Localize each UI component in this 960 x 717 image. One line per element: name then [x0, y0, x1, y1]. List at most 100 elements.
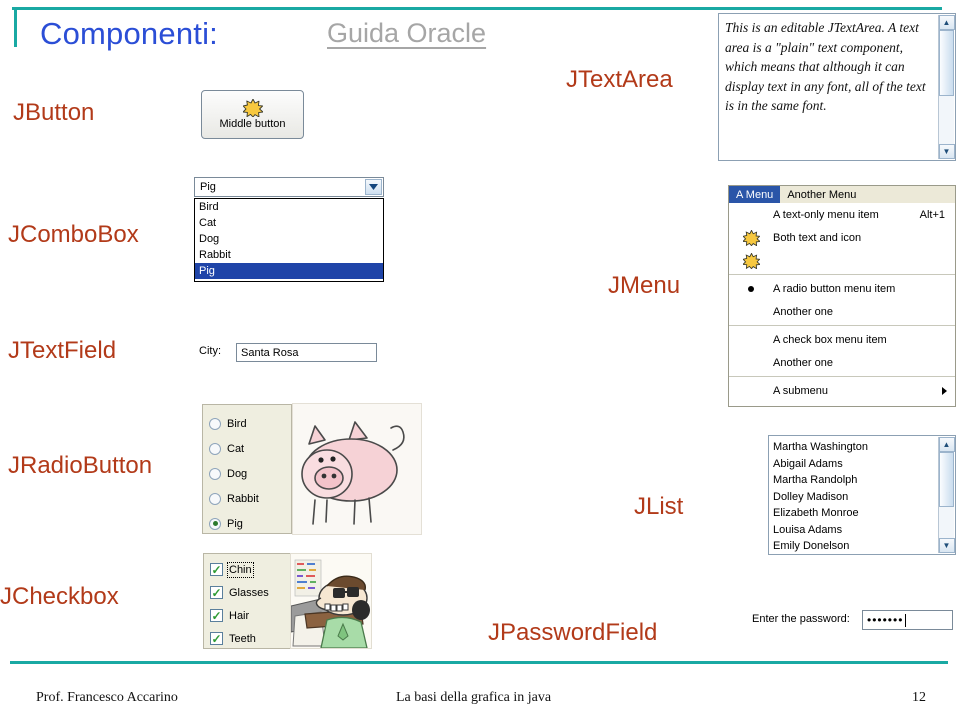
- menu-item-label: A check box menu item: [773, 333, 887, 346]
- list-item[interactable]: Martha Washington: [773, 439, 933, 456]
- label-jcheckbox: JCheckbox: [0, 583, 119, 610]
- combobox-option[interactable]: Cat: [195, 215, 383, 231]
- jmenu-widget[interactable]: A Menu Another Menu A text-only menu ite…: [728, 185, 956, 407]
- title-accent-tick: [14, 9, 17, 47]
- radio-label: Bird: [227, 417, 247, 430]
- chevron-down-icon[interactable]: [365, 179, 382, 195]
- menu-dropdown[interactable]: A text-only menu item Alt+1 Both text an…: [729, 203, 955, 402]
- radio-option-pig[interactable]: Pig: [209, 511, 291, 536]
- password-input[interactable]: •••••••: [862, 610, 953, 630]
- checkbox-checked-icon[interactable]: ✓: [210, 563, 223, 576]
- label-jpasswordfield: JPasswordField: [488, 619, 658, 646]
- list-item[interactable]: Abigail Adams: [773, 456, 933, 473]
- password-field-widget: Enter the password: •••••••: [750, 610, 953, 632]
- menu-item-both-text-and-icon[interactable]: Both text and icon: [729, 226, 955, 249]
- menu-item-check-another[interactable]: Another one: [729, 351, 955, 374]
- checkbox-label: Teeth: [229, 632, 256, 645]
- menu-separator: [729, 325, 955, 326]
- combobox-dropdown-list[interactable]: Bird Cat Dog Rabbit Pig: [194, 198, 384, 282]
- radio-icon-selected[interactable]: [209, 517, 221, 530]
- pig-illustration: [292, 403, 422, 535]
- checkbox-label: Glasses: [229, 586, 269, 599]
- list-item[interactable]: Emily Donelson: [773, 538, 933, 555]
- list-item[interactable]: Louisa Adams: [773, 522, 933, 539]
- radio-button-panel: Bird Cat Dog Rabbit Pig: [202, 404, 292, 534]
- menu-item-icon-only[interactable]: [729, 249, 955, 272]
- page-title: Componenti:: [40, 16, 218, 51]
- menu-item-check-box[interactable]: A check box menu item: [729, 328, 955, 351]
- combobox-option[interactable]: Bird: [195, 199, 383, 215]
- checkbox-checked-icon[interactable]: ✓: [210, 632, 223, 645]
- footer-subject: La basi della grafica in java: [396, 690, 552, 705]
- radio-icon[interactable]: [209, 417, 221, 430]
- label-jradiobutton: JRadioButton: [8, 452, 153, 479]
- radio-option-cat[interactable]: Cat: [209, 436, 291, 461]
- radio-option-rabbit[interactable]: Rabbit: [209, 486, 291, 511]
- scrollbar-track[interactable]: [939, 30, 954, 144]
- jtextarea-content[interactable]: This is an editable JTextArea. A text ar…: [725, 18, 930, 116]
- footer-author: Prof. Francesco Accarino: [36, 690, 178, 705]
- scrollbar-thumb[interactable]: [939, 30, 954, 97]
- combobox-option[interactable]: Rabbit: [195, 247, 383, 263]
- checkbox-option-teeth[interactable]: ✓ Teeth: [210, 627, 292, 650]
- label-jbutton: JButton: [13, 99, 95, 126]
- starburst-icon: [242, 99, 263, 117]
- text-caret: [905, 613, 907, 627]
- menu-item-label: A submenu: [773, 384, 829, 397]
- label-jcombobox: JComboBox: [8, 221, 139, 248]
- menu-item-label: Both text and icon: [773, 231, 862, 244]
- jtextarea-scrollbar[interactable]: ▲ ▼: [938, 15, 955, 159]
- jlist-scrollbar[interactable]: ▲ ▼: [938, 437, 955, 553]
- jtextarea-widget[interactable]: This is an editable JTextArea. A text ar…: [718, 13, 956, 161]
- radio-icon[interactable]: [209, 467, 221, 480]
- menubar-item-a-menu[interactable]: A Menu: [729, 186, 781, 203]
- combobox-field[interactable]: Pig: [194, 177, 384, 197]
- menu-item-text-only[interactable]: A text-only menu item Alt+1: [729, 203, 955, 226]
- radio-icon[interactable]: [209, 492, 221, 505]
- radio-selected-icon: [729, 285, 773, 292]
- combobox-option-selected[interactable]: Pig: [195, 263, 383, 279]
- checkbox-checked-icon[interactable]: ✓: [210, 609, 223, 622]
- scrollbar-thumb[interactable]: [939, 452, 954, 508]
- password-masked-value: •••••••: [867, 613, 904, 627]
- checkbox-panel: ✓ Chin ✓ Glasses ✓ Hair ✓ Teeth: [203, 553, 293, 649]
- checkbox-option-hair[interactable]: ✓ Hair: [210, 604, 292, 627]
- combobox-option[interactable]: Dog: [195, 231, 383, 247]
- jlist-items[interactable]: Martha Washington Abigail Adams Martha R…: [773, 439, 933, 555]
- checkbox-label: Hair: [229, 609, 250, 622]
- checkbox-option-glasses[interactable]: ✓ Glasses: [210, 581, 292, 604]
- list-item[interactable]: Elizabeth Monroe: [773, 505, 933, 522]
- scroll-down-arrow-icon[interactable]: ▼: [938, 144, 955, 159]
- menu-item-radio-another[interactable]: Another one: [729, 300, 955, 323]
- list-item[interactable]: Dolley Madison: [773, 489, 933, 506]
- scroll-up-arrow-icon[interactable]: ▲: [938, 437, 955, 452]
- footer-page-number: 12: [912, 690, 926, 705]
- scroll-up-arrow-icon[interactable]: ▲: [938, 15, 955, 30]
- checkbox-checked-icon[interactable]: ✓: [210, 586, 223, 599]
- menu-item-label: Another one: [773, 356, 833, 369]
- radio-option-dog[interactable]: Dog: [209, 461, 291, 486]
- scroll-down-arrow-icon[interactable]: ▼: [938, 538, 955, 553]
- jlist-widget[interactable]: Martha Washington Abigail Adams Martha R…: [768, 435, 956, 555]
- menubar-item-another-menu[interactable]: Another Menu: [780, 186, 863, 203]
- middle-button[interactable]: Middle button: [201, 90, 304, 139]
- city-input[interactable]: Santa Rosa: [236, 343, 377, 362]
- radio-icon[interactable]: [209, 442, 221, 455]
- city-label: City:: [199, 345, 221, 357]
- combobox-selected-value: Pig: [200, 181, 216, 193]
- middle-button-label: Middle button: [219, 118, 286, 130]
- label-jmenu: JMenu: [608, 272, 681, 299]
- list-item[interactable]: Martha Randolph: [773, 472, 933, 489]
- scrollbar-track[interactable]: [939, 452, 954, 538]
- combobox-widget[interactable]: Pig Bird Cat Dog Rabbit Pig: [194, 177, 384, 282]
- checkbox-option-chin[interactable]: ✓ Chin: [210, 558, 292, 581]
- radio-option-bird[interactable]: Bird: [209, 411, 291, 436]
- guida-oracle-link[interactable]: Guida Oracle: [327, 18, 486, 49]
- menu-item-submenu[interactable]: A submenu: [729, 379, 955, 402]
- menu-item-radio-button[interactable]: A radio button menu item: [729, 277, 955, 300]
- menubar[interactable]: A Menu Another Menu: [729, 186, 955, 203]
- radio-label: Dog: [227, 467, 248, 480]
- menu-item-label: A text-only menu item: [773, 208, 879, 221]
- label-jtextarea: JTextArea: [566, 66, 673, 93]
- top-accent-rule: [12, 7, 942, 10]
